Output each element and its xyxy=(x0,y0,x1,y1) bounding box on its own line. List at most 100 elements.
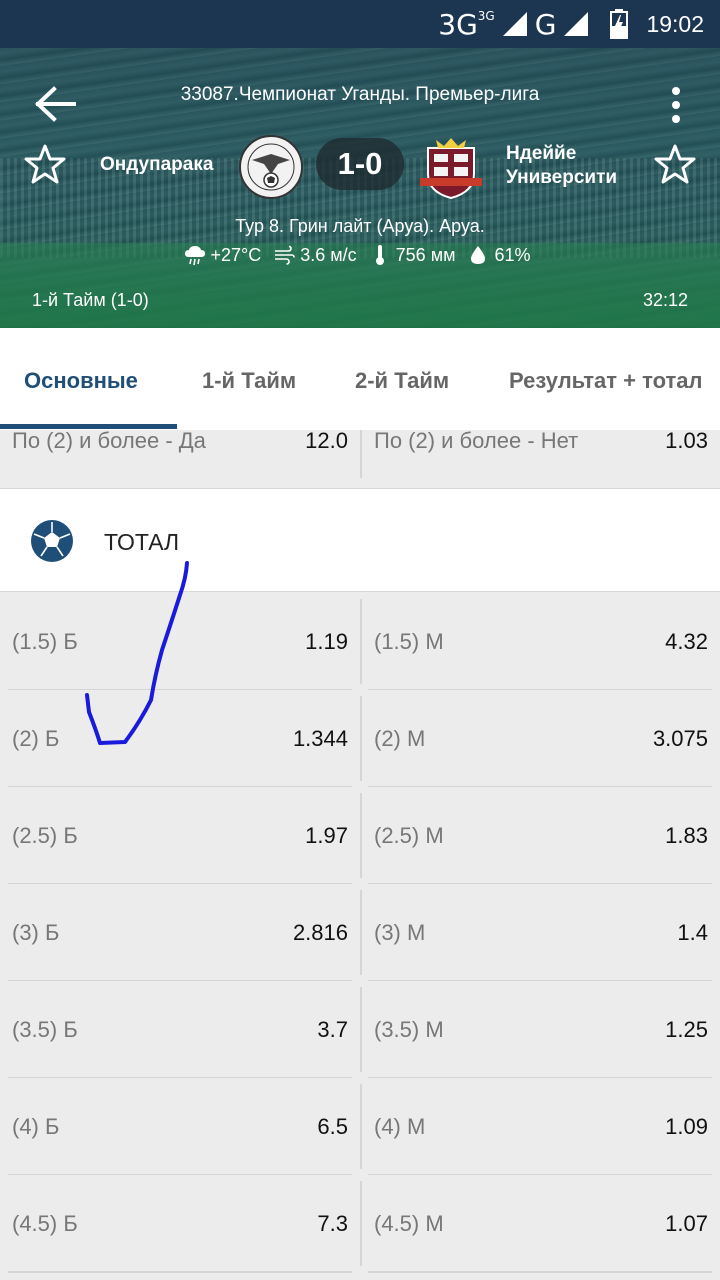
odd-value: 4.32 xyxy=(665,629,708,654)
favorite-star-icon-team2[interactable] xyxy=(654,143,696,185)
odd-cell-under[interactable]: (4.5) М 1.07 xyxy=(362,1175,720,1272)
total-row: (2) Б 1.344 (2) М 3.075 xyxy=(0,690,720,788)
odd-value: 3.075 xyxy=(652,726,708,751)
team2-name-line1: Ндеййе xyxy=(506,143,577,164)
row-divider xyxy=(8,1271,352,1273)
market-label: (4) М xyxy=(374,1114,426,1139)
odd-cell-under[interactable]: (3.5) М 1.25 xyxy=(362,981,720,1078)
tab-second-half[interactable]: 2-й Тайм xyxy=(355,368,449,394)
section-title: ТОТАЛ xyxy=(104,529,180,555)
total-row: (1.5) Б 1.19 (1.5) М 4.32 xyxy=(0,593,720,691)
tab-main[interactable]: Основные xyxy=(24,368,138,394)
market-label: (2) М xyxy=(374,726,426,751)
temperature: +27°C xyxy=(210,244,262,265)
market-label: По (2) и более - Нет xyxy=(374,428,579,453)
total-row: (2.5) Б 1.97 (2.5) М 1.83 xyxy=(0,787,720,885)
signal-icon xyxy=(502,12,527,36)
match-timer: 32:12 xyxy=(642,290,688,310)
odd-value: 1.83 xyxy=(665,823,708,848)
odd-value: 1.07 xyxy=(665,1211,708,1236)
odd-value: 2.816 xyxy=(292,920,348,945)
favorite-star-icon-team1[interactable] xyxy=(24,143,66,185)
status-bar: 3G 3G G 19:02 xyxy=(0,0,720,48)
league-title: 33087.Чемпионат Уганды. Премьер-лига xyxy=(180,84,540,105)
odd-cell-under[interactable]: (4) М 1.09 xyxy=(362,1078,720,1175)
weather-info: +27°C 3.6 м/с 756 мм 61% xyxy=(0,244,720,266)
market-label: (3.5) Б xyxy=(12,1017,78,1042)
odd-cell-under[interactable]: (2.5) М 1.83 xyxy=(362,787,720,884)
odd-value: 6.5 xyxy=(317,1114,348,1139)
signal-icon-2 xyxy=(564,12,589,36)
wind-icon xyxy=(275,245,296,265)
odd-cell-over[interactable]: (1.5) Б 1.19 xyxy=(0,593,360,690)
odd-value: 1.4 xyxy=(677,920,708,945)
pressure: 756 мм xyxy=(395,244,456,265)
market-label: (1.5) Б xyxy=(12,629,78,654)
battery-charging-icon xyxy=(610,9,629,39)
odd-value: 1.97 xyxy=(305,823,348,848)
odd-cell-btts-yes[interactable]: По (2) и более - Да 12.0 xyxy=(0,428,360,487)
thermometer-icon xyxy=(375,245,384,265)
humidity: 61% xyxy=(494,244,531,265)
odd-cell-over[interactable]: (2.5) Б 1.97 xyxy=(0,787,360,884)
match-header: 33087.Чемпионат Уганды. Премьер-лига Онд… xyxy=(0,48,720,328)
total-section-header[interactable]: ТОТАЛ xyxy=(0,488,720,592)
odd-value: 3.7 xyxy=(317,1017,348,1042)
network-3g-label: 3G xyxy=(438,7,478,41)
odd-cell-over[interactable]: (2) Б 1.344 xyxy=(0,690,360,787)
team2-name: Ндеййе Университи xyxy=(506,142,646,190)
odd-cell-over[interactable]: (4) Б 6.5 xyxy=(0,1078,360,1175)
team2-logo xyxy=(420,138,482,200)
market-label: (4.5) М xyxy=(374,1211,444,1236)
market-label: (2.5) М xyxy=(374,823,444,848)
odd-cell-under[interactable]: (3) М 1.4 xyxy=(362,884,720,981)
odd-cell-over[interactable]: (3) Б 2.816 xyxy=(0,884,360,981)
odd-cell-under[interactable]: (2) М 3.075 xyxy=(362,690,720,787)
odd-value: 1.344 xyxy=(292,726,348,751)
wind-speed: 3.6 м/с xyxy=(300,244,357,265)
total-row: (3.5) Б 3.7 (3.5) М 1.25 xyxy=(0,981,720,1079)
total-row: (4.5) Б 7.3 (4.5) М 1.07 xyxy=(0,1175,720,1273)
market-label: (2) Б xyxy=(12,726,60,751)
odd-cell-btts-no[interactable]: По (2) и более - Нет 1.03 xyxy=(362,428,720,487)
odd-cell-over[interactable]: (4.5) Б 7.3 xyxy=(0,1175,360,1272)
match-score: 1-0 xyxy=(316,138,404,190)
odd-value: 1.25 xyxy=(665,1017,708,1042)
droplet-icon xyxy=(471,246,486,264)
total-row: (4) Б 6.5 (4) М 1.09 xyxy=(0,1078,720,1176)
team1-logo xyxy=(239,135,303,199)
odd-value: 1.09 xyxy=(665,1114,708,1139)
market-label: (3) М xyxy=(374,920,426,945)
odd-value: 12.0 xyxy=(305,428,348,453)
cloud-rain-icon xyxy=(184,246,205,266)
odd-cell-over[interactable]: (3.5) Б 3.7 xyxy=(0,981,360,1078)
market-label: (2.5) Б xyxy=(12,823,78,848)
network-3g-indicator: 3G 3G xyxy=(438,8,494,41)
market-label: (3) Б xyxy=(12,920,60,945)
market-tabs: Основные 1-й Тайм 2-й Тайм Результат + т… xyxy=(0,328,720,430)
odd-value: 1.03 xyxy=(665,428,708,453)
network-g-indicator: G xyxy=(534,7,557,41)
total-row: (3) Б 2.816 (3) М 1.4 xyxy=(0,884,720,982)
row-divider xyxy=(368,1271,712,1273)
tab-first-half[interactable]: 1-й Тайм xyxy=(202,368,296,394)
team2-name-line2: Университи xyxy=(506,167,618,188)
back-arrow-icon[interactable] xyxy=(34,86,78,122)
market-label: (4) Б xyxy=(12,1114,60,1139)
market-label: (1.5) М xyxy=(374,629,444,654)
soccer-ball-icon xyxy=(31,520,73,562)
odd-value: 7.3 xyxy=(317,1211,348,1236)
venue-info: Тур 8. Грин лайт (Аруа). Аруа. xyxy=(235,216,485,236)
team1-name: Ондупарака xyxy=(100,154,214,175)
more-vert-icon[interactable] xyxy=(666,86,686,124)
partial-market-row: По (2) и более - Да 12.0 По (2) и более … xyxy=(0,428,720,487)
clock: 19:02 xyxy=(646,10,704,37)
market-label: По (2) и более - Да xyxy=(12,428,206,453)
network-3g-sup: 3G xyxy=(477,8,495,23)
odd-cell-under[interactable]: (1.5) М 4.32 xyxy=(362,593,720,690)
market-label: (4.5) Б xyxy=(12,1211,78,1236)
odd-value: 1.19 xyxy=(305,629,348,654)
tab-result-total[interactable]: Результат + тотал xyxy=(509,368,702,394)
market-label: (3.5) М xyxy=(374,1017,444,1042)
match-period: 1-й Тайм (1-0) xyxy=(32,290,149,310)
